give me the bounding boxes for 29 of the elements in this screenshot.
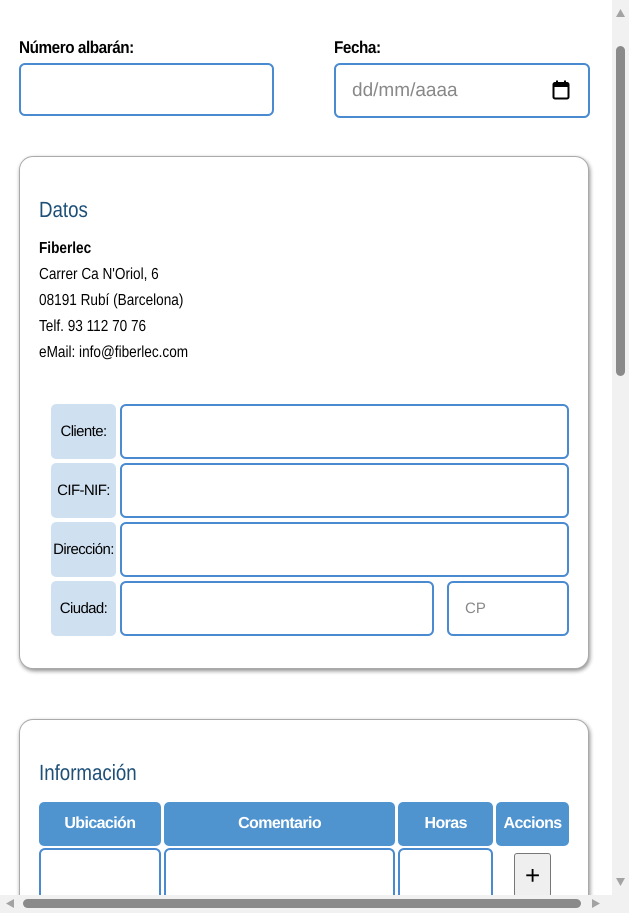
postcode-field[interactable]: CP xyxy=(447,581,569,636)
field-label: CIF-NIF: xyxy=(51,463,116,518)
input-field[interactable] xyxy=(120,581,434,636)
company-detail: 08191 Rubí (Barcelona) xyxy=(39,291,184,311)
company-name: Fiberlec xyxy=(39,239,92,259)
table-input[interactable] xyxy=(164,848,396,895)
column-header: Accions xyxy=(496,802,569,846)
field-label: Dirección: xyxy=(51,522,116,577)
field-label: Cliente: xyxy=(51,404,116,459)
field-label: Ciudad: xyxy=(51,581,116,636)
field-label: Fecha: xyxy=(334,38,382,58)
company-detail: eMail: info@fiberlec.com xyxy=(39,343,188,363)
add-button[interactable]: + xyxy=(514,853,552,895)
column-header: Ubicación xyxy=(39,802,161,846)
input-field[interactable] xyxy=(120,463,569,518)
input-field[interactable] xyxy=(19,63,274,116)
calendar-icon[interactable] xyxy=(552,80,570,100)
table-input[interactable] xyxy=(39,848,161,895)
column-header: Horas xyxy=(398,802,494,846)
company-detail: Telf. 93 112 70 76 xyxy=(39,317,146,337)
date-field[interactable]: dd/mm/aaaa xyxy=(334,63,590,118)
section-title: Datos xyxy=(39,197,88,223)
column-header: Comentario xyxy=(164,802,396,846)
section-title: Información xyxy=(39,760,137,786)
input-field[interactable] xyxy=(120,404,569,459)
company-detail: Carrer Ca N'Oriol, 6 xyxy=(39,265,159,285)
field-label: Número albarán: xyxy=(19,38,135,58)
table-input[interactable] xyxy=(398,848,494,895)
input-field[interactable] xyxy=(120,522,569,577)
